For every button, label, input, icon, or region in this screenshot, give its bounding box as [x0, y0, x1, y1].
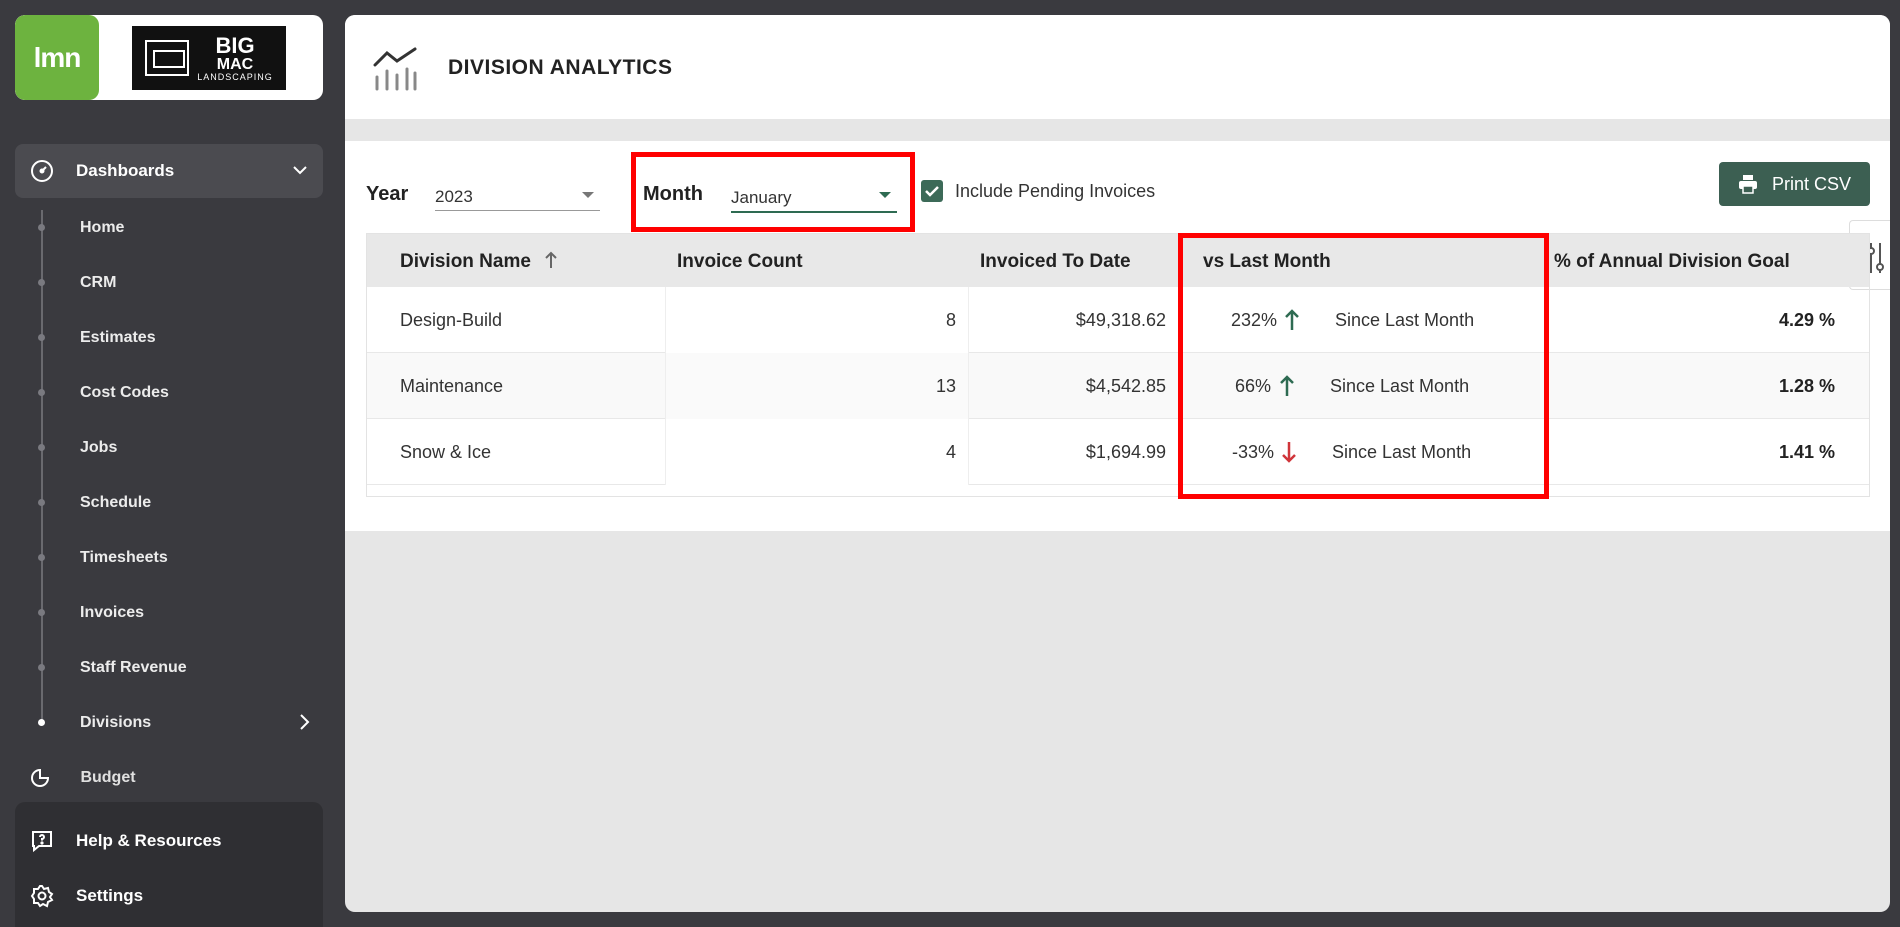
nav-help-resources[interactable]: Help & Resources [15, 821, 222, 861]
caret-down-icon [879, 192, 891, 198]
lmn-logo-text: lmn [33, 41, 82, 73]
page-title: DIVISION ANALYTICS [448, 56, 673, 79]
nav-dot [38, 444, 45, 451]
cell-invoice-count: 8 [945, 310, 956, 330]
company-logo: BIG MAC LANDSCAPING [132, 26, 286, 90]
include-pending-label[interactable]: Include Pending Invoices [955, 181, 1155, 202]
caret-down-icon [582, 192, 594, 198]
header-invoice-count[interactable]: Invoice Count [677, 251, 803, 273]
company-logo-mark-icon [145, 40, 190, 76]
header-division-name-label: Division Name [400, 251, 531, 272]
cell-invoice-count: 13 [935, 376, 956, 396]
sidebar-item-jobs[interactable]: Jobs [80, 439, 117, 457]
cell-invoiced-to-date: $49,318.62 [1075, 310, 1166, 330]
nav-dot-active [38, 719, 45, 726]
nav-dot [38, 499, 45, 506]
help-chat-icon [32, 831, 52, 853]
cell-annual-goal: 4.29 % [1778, 310, 1835, 330]
sidebar-item-cost-codes[interactable]: Cost Codes [80, 384, 169, 402]
month-select-value: January [731, 188, 792, 207]
table-row[interactable]: Design-Build 8 $49,318.62 232% Since Las… [366, 287, 1870, 353]
cell-invoiced-to-date: $4,542.85 [1085, 376, 1166, 396]
sidebar-item-crm[interactable]: CRM [80, 274, 116, 292]
print-csv-button[interactable]: Print CSV [1719, 162, 1870, 206]
table-header: Division Name Invoice Count Invoiced To … [366, 233, 1870, 287]
cell-annual-goal: 1.28 % [1778, 376, 1835, 396]
sidebar-item-timesheets[interactable]: Timesheets [80, 549, 168, 567]
sidebar-item-home[interactable]: Home [80, 219, 124, 237]
checkmark-icon [925, 186, 939, 197]
cell-annual-goal: 1.41 % [1778, 442, 1835, 462]
nav-settings-label: Settings [76, 886, 144, 905]
nav-budget[interactable]: Budget [30, 768, 136, 788]
nav-dot [38, 224, 45, 231]
analytics-chart-icon [373, 47, 417, 91]
nav-budget-label: Budget [80, 769, 136, 787]
page-header: DIVISION ANALYTICS [345, 15, 1890, 119]
chevron-down-icon[interactable] [291, 161, 309, 179]
header-annual-goal[interactable]: % of Annual Division Goal [1554, 251, 1790, 273]
cell-division: Snow & Ice [400, 442, 492, 462]
nav-dot [38, 664, 45, 671]
gear-icon [30, 885, 54, 908]
sidebar-item-schedule[interactable]: Schedule [80, 494, 151, 512]
nav-tree-line [41, 210, 43, 725]
main-content: DIVISION ANALYTICS Year 2023 Month Janua… [345, 15, 1890, 912]
nav-dashboards-label: Dashboards [76, 161, 175, 180]
include-pending-checkbox[interactable] [921, 180, 943, 202]
company-name-line3: LANDSCAPING [197, 71, 273, 82]
nav-dot [38, 389, 45, 396]
company-name-line2: MAC [216, 55, 254, 73]
chevron-right-icon[interactable] [296, 712, 312, 732]
nav-dot [38, 279, 45, 286]
nav-dot [38, 334, 45, 341]
cell-invoiced-to-date: $1,694.99 [1085, 442, 1166, 462]
sort-ascending-icon[interactable] [544, 251, 558, 269]
speedometer-icon [31, 160, 53, 182]
nav-dot [38, 554, 45, 561]
cell-invoice-count: 4 [945, 442, 956, 462]
sidebar-item-divisions[interactable]: Divisions [80, 714, 151, 732]
pie-chart-icon [31, 768, 50, 787]
printer-icon [1738, 175, 1757, 194]
nav-dot [38, 609, 45, 616]
cell-division: Maintenance [400, 376, 504, 396]
vs-last-month-highlight-box [1178, 233, 1549, 499]
company-name-line1: BIG [215, 32, 255, 58]
year-select-value: 2023 [435, 187, 473, 206]
nav-help-label: Help & Resources [76, 831, 222, 850]
cell-division: Design-Build [400, 310, 503, 330]
nav-settings[interactable]: Settings [15, 876, 143, 916]
brand-header: lmn BIG MAC LANDSCAPING [15, 15, 323, 100]
bottom-nav: Help & Resources Settings [15, 802, 323, 927]
print-csv-label: Print CSV [1771, 173, 1852, 194]
header-invoiced-to-date[interactable]: Invoiced To Date [980, 251, 1131, 273]
nav-dashboards[interactable]: Dashboards [15, 144, 323, 198]
lmn-logo[interactable]: lmn [15, 15, 99, 100]
sidebar-item-invoices[interactable]: Invoices [80, 604, 144, 622]
year-select[interactable]: 2023 [435, 177, 600, 211]
sidebar-item-staff-revenue[interactable]: Staff Revenue [80, 659, 187, 677]
month-select[interactable]: January [731, 177, 897, 213]
year-label: Year [366, 183, 409, 205]
table-row[interactable]: Maintenance 13 $4,542.85 66% Since Last … [366, 353, 1870, 419]
sidebar-item-estimates[interactable]: Estimates [80, 329, 156, 347]
month-label: Month [643, 183, 703, 205]
table-row[interactable]: Snow & Ice 4 $1,694.99 -33% Since Last M… [366, 419, 1870, 485]
sidebar: lmn BIG MAC LANDSCAPING Dashboards Home … [0, 0, 340, 927]
analytics-panel: Year 2023 Month January Include Pending … [345, 141, 1890, 531]
header-division-name[interactable]: Division Name [400, 251, 558, 273]
